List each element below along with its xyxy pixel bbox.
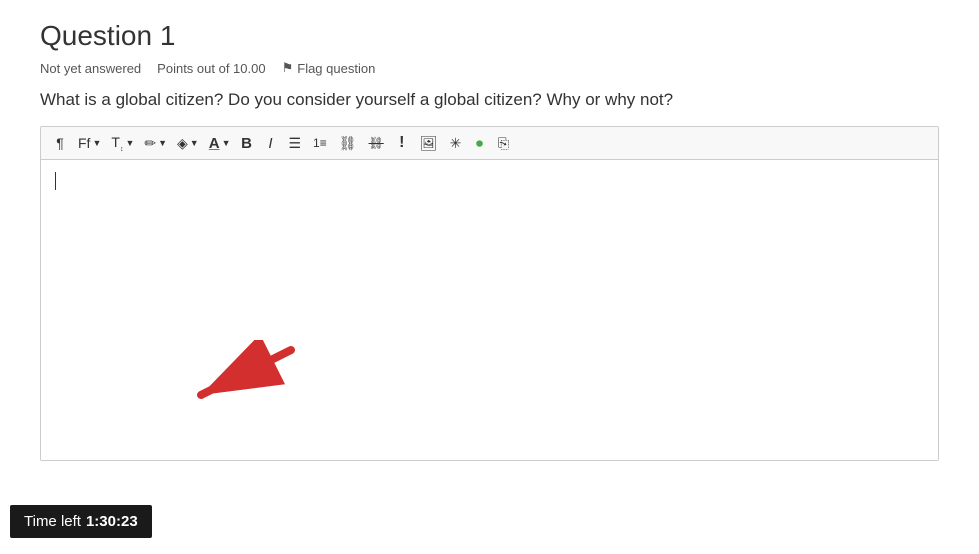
question-title: Question 1 [40,20,939,52]
points-display: Points out of 10.00 [157,61,265,76]
format-block-button[interactable]: ¶ [49,131,71,155]
chevron-down-icon: ▼ [125,139,134,148]
special-char-button[interactable]: ! [391,131,413,155]
time-left-badge: Time left 1:30:23 [10,505,152,538]
bold-icon: B [241,135,252,152]
paragraph-icon: ¶ [56,135,64,151]
page-container: Question 1 Not yet answered Points out o… [0,0,979,481]
chevron-down-icon: ▼ [92,139,101,148]
editor-container: ¶ Ff ▼ T↕ ▼ ✏ ▼ ◈ ▼ A ▼ [40,126,939,461]
record-icon: ⏺ [476,135,483,152]
paste-icon: ⎘ [498,135,509,152]
highlight-icon: ◈ [177,135,188,152]
pencil-button[interactable]: ✏ ▼ [139,131,170,155]
font-size-button[interactable]: T↕ ▼ [106,131,137,155]
unlink-button[interactable]: ⛓ [364,131,389,155]
unlink-icon: ⛓ [369,136,384,150]
font-size-label: T↕ [111,134,123,153]
unordered-list-icon: ☰ [288,135,301,152]
question-text: What is a global citizen? Do you conside… [40,90,939,110]
italic-button[interactable]: I [259,131,281,155]
flag-label: Flag question [297,61,375,76]
ordered-list-button[interactable]: 1≡ [308,131,332,155]
chevron-down-icon: ▼ [190,139,199,148]
italic-icon: I [268,135,272,152]
flag-icon: ⚑ [282,60,294,76]
highlight-button[interactable]: ◈ ▼ [172,131,202,155]
link-icon: ⛓ [339,135,357,152]
flag-question-button[interactable]: ⚑ Flag question [282,60,376,76]
sparkle-icon: ✳ [450,135,462,152]
question-meta: Not yet answered Points out of 10.00 ⚑ F… [40,60,939,76]
unordered-list-button[interactable]: ☰ [283,131,306,155]
link-button[interactable]: ⛓ [334,131,362,155]
bold-button[interactable]: B [235,131,257,155]
arrow-annotation [171,340,291,400]
font-family-label: Ff [78,135,90,151]
editor-toolbar: ¶ Ff ▼ T↕ ▼ ✏ ▼ ◈ ▼ A ▼ [41,127,938,160]
image-button[interactable]: 🖼 [415,131,443,155]
ordered-list-icon: 1≡ [313,136,327,150]
pencil-icon: ✏ [144,135,156,152]
record-button[interactable]: ⏺ [469,131,491,155]
image-icon: 🖼 [420,135,438,152]
paste-button[interactable]: ⎘ [493,131,515,155]
exclamation-icon: ! [399,134,404,152]
font-color-button[interactable]: A ▼ [204,131,234,155]
time-left-value: 1:30:23 [86,513,138,530]
chevron-down-icon: ▼ [158,139,167,148]
editor-body[interactable] [41,160,938,460]
sparkle-button[interactable]: ✳ [445,131,467,155]
text-cursor [55,172,56,190]
time-left-label: Time left [24,513,81,530]
not-answered-status: Not yet answered [40,61,141,76]
font-color-label: A [209,135,220,152]
chevron-down-icon: ▼ [222,139,231,148]
font-family-button[interactable]: Ff ▼ [73,131,104,155]
